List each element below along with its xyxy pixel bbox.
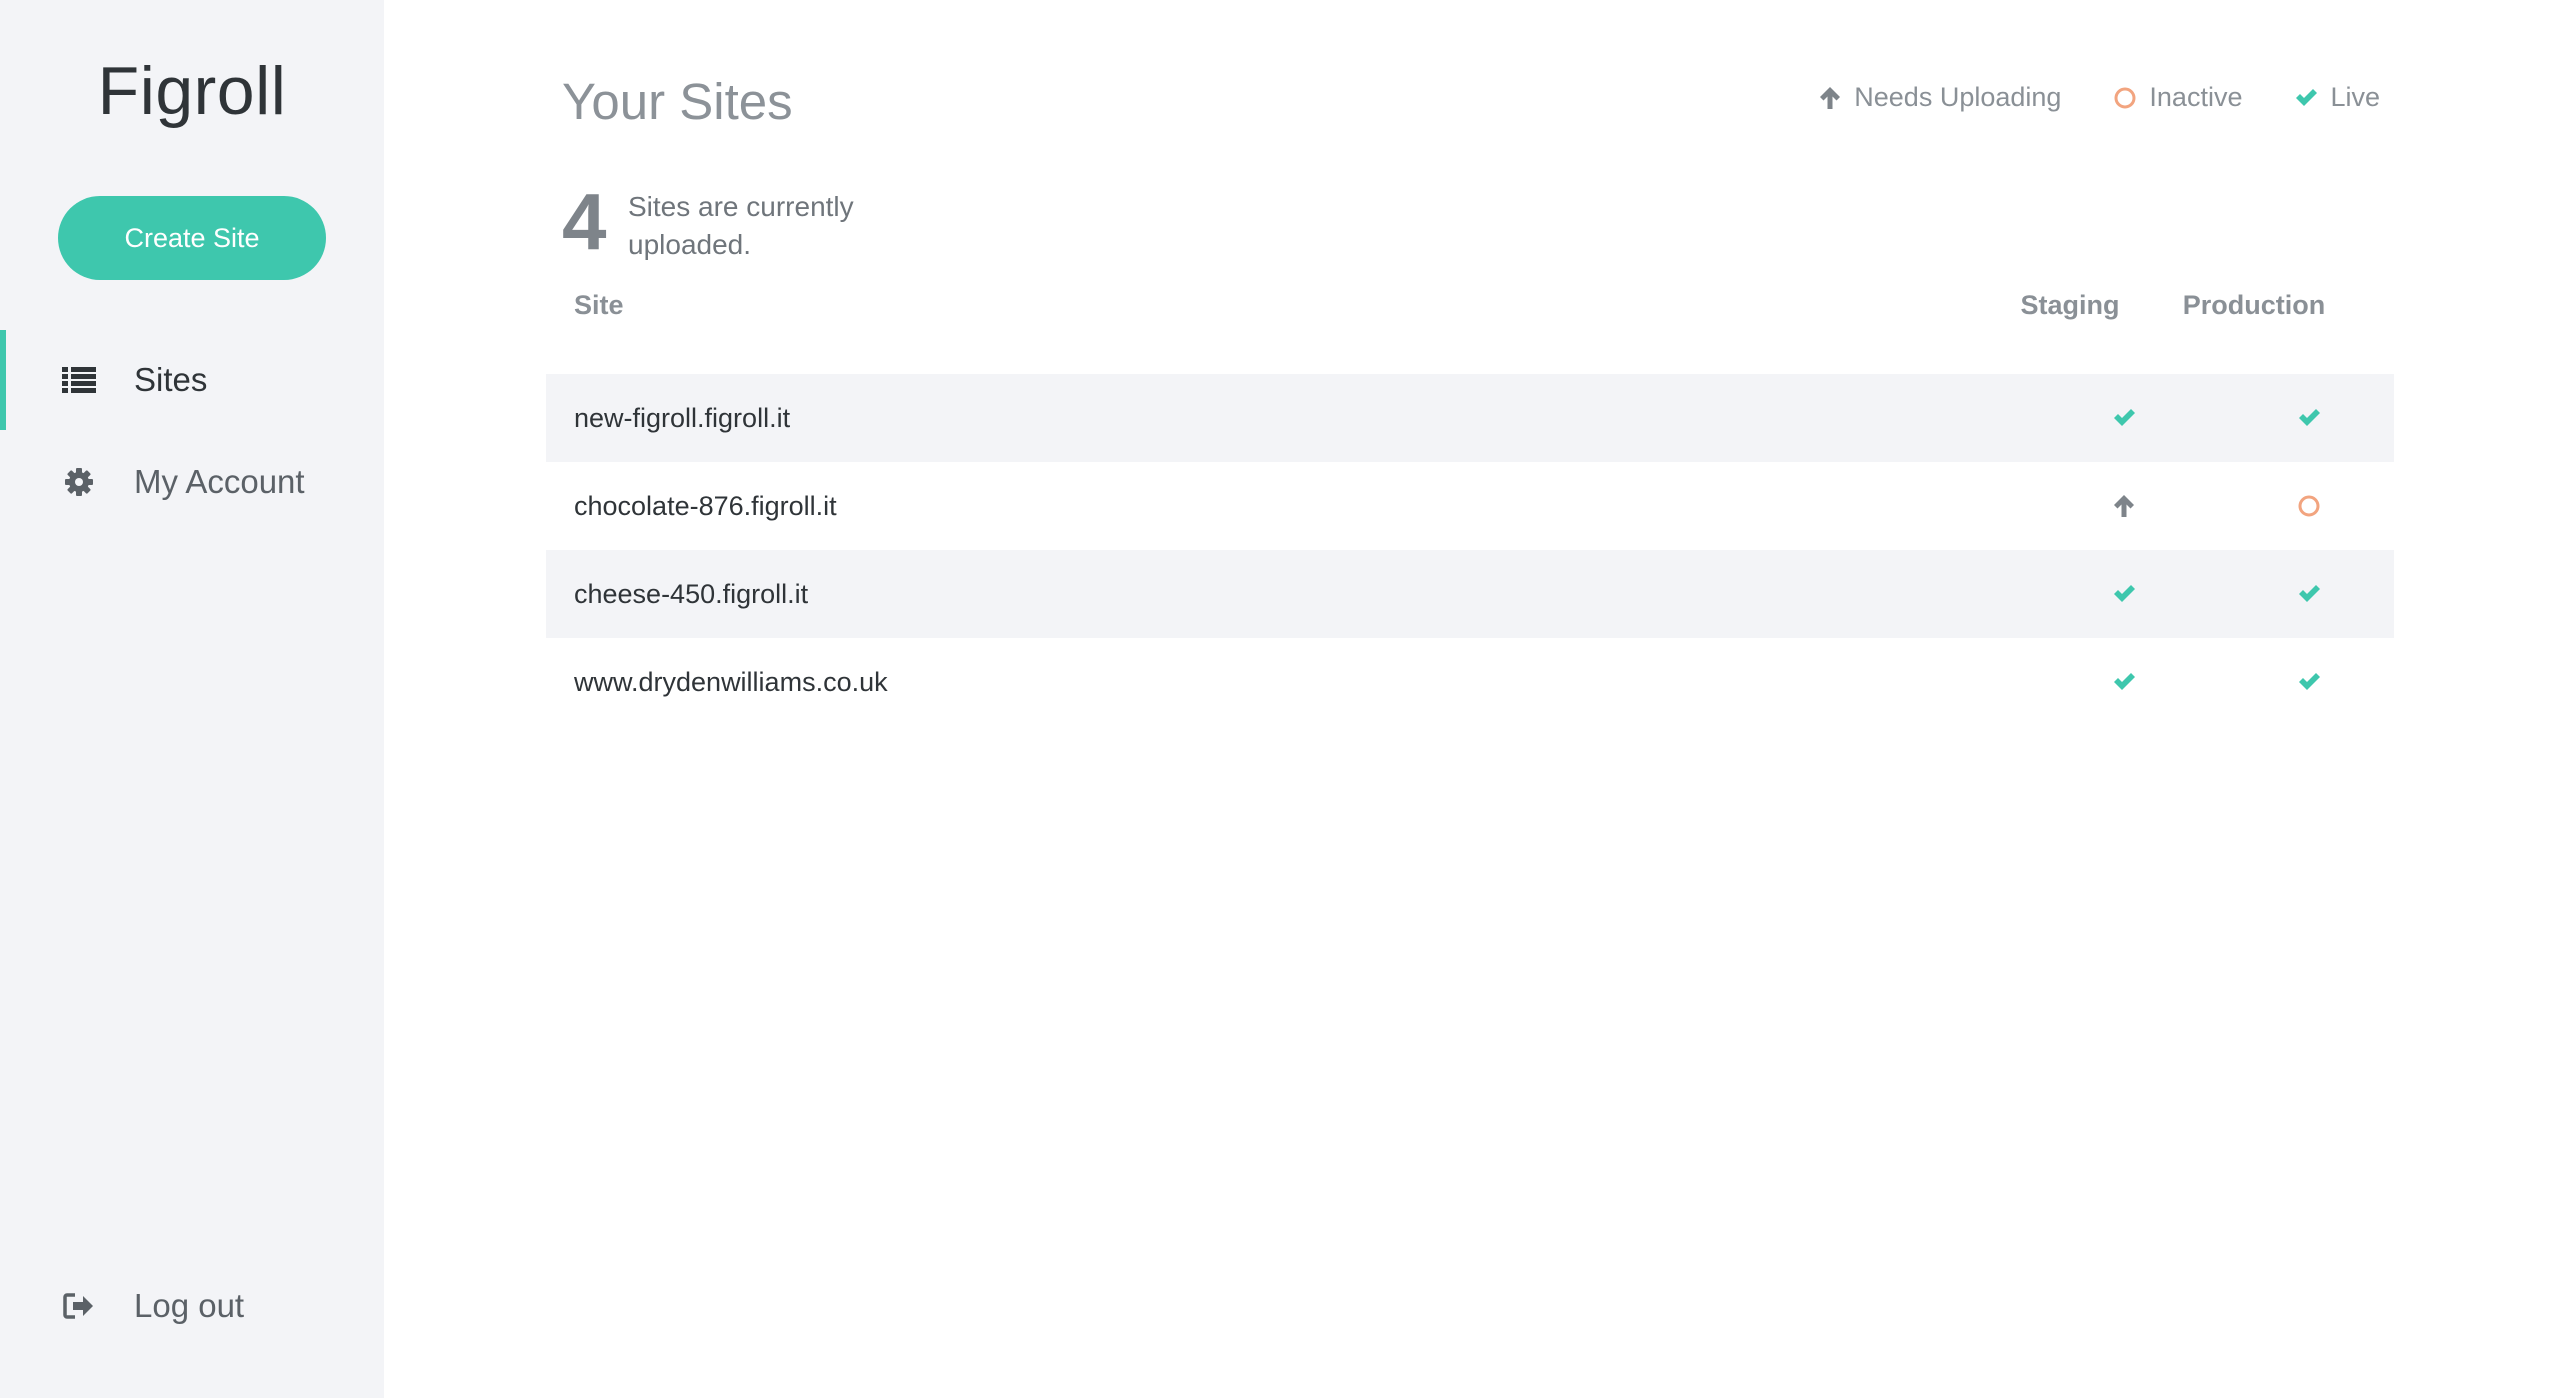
production-status-check-icon: [2289, 374, 2329, 462]
page-title: Your Sites: [562, 73, 793, 130]
production-status-circle-outline-icon: [2289, 462, 2329, 550]
table-row[interactable]: new-figroll.figroll.it: [546, 374, 2394, 462]
sites-table: Site Staging Production new-figroll.figr…: [546, 280, 2394, 726]
sidebar: Figroll Create Site Sites My Account Log…: [0, 0, 384, 1398]
brand-logo: Figroll: [97, 53, 287, 129]
gear-icon: [62, 465, 96, 499]
arrow-up-icon: [1820, 86, 1841, 109]
site-name[interactable]: chocolate-876.figroll.it: [574, 462, 837, 550]
table-row[interactable]: chocolate-876.figroll.it: [546, 462, 2394, 550]
site-count-text: Sites are currently uploaded.: [628, 191, 854, 260]
production-status-check-icon: [2289, 550, 2329, 638]
table-body: new-figroll.figroll.it chocolate-876.figr…: [546, 374, 2394, 726]
legend-inactive: Inactive: [2113, 82, 2242, 113]
column-header-staging: Staging: [2020, 290, 2120, 320]
status-legend: Needs Uploading Inactive Live: [1818, 82, 2380, 113]
column-header-production: Production: [2182, 290, 2326, 320]
staging-status-check-icon: [2104, 550, 2144, 638]
column-header-site: Site: [574, 290, 624, 320]
staging-status-check-icon: [2104, 638, 2144, 726]
sidebar-item-my-account[interactable]: My Account: [0, 432, 384, 532]
site-count: 4: [562, 177, 607, 266]
create-site-button[interactable]: Create Site: [58, 196, 326, 280]
table-header: Site Staging Production: [546, 280, 2394, 374]
site-name[interactable]: new-figroll.figroll.it: [574, 374, 790, 462]
sidebar-item-sites[interactable]: Sites: [0, 330, 384, 430]
table-row[interactable]: www.drydenwilliams.co.uk: [546, 638, 2394, 726]
legend-label: Needs Uploading: [1854, 82, 2062, 112]
logout-label: Log out: [134, 1287, 245, 1324]
staging-status-check-icon: [2104, 374, 2144, 462]
sidebar-item-label: My Account: [134, 463, 305, 500]
legend-live: Live: [2294, 82, 2380, 113]
legend-needs-uploading: Needs Uploading: [1818, 82, 2061, 113]
legend-label: Live: [2330, 82, 2380, 112]
list-icon: [62, 363, 96, 397]
sidebar-item-label: Sites: [134, 361, 208, 398]
legend-label: Inactive: [2149, 82, 2243, 112]
site-name[interactable]: www.drydenwilliams.co.uk: [574, 638, 888, 726]
production-status-check-icon: [2289, 638, 2329, 726]
logout-link[interactable]: Log out: [0, 1256, 384, 1356]
circle-outline-icon: [2114, 87, 2136, 108]
check-icon: [2296, 88, 2318, 106]
sign-out-icon: [62, 1289, 96, 1323]
site-name[interactable]: cheese-450.figroll.it: [574, 550, 808, 638]
table-row[interactable]: cheese-450.figroll.it: [546, 550, 2394, 638]
staging-status-arrow-up-icon: [2104, 462, 2144, 550]
